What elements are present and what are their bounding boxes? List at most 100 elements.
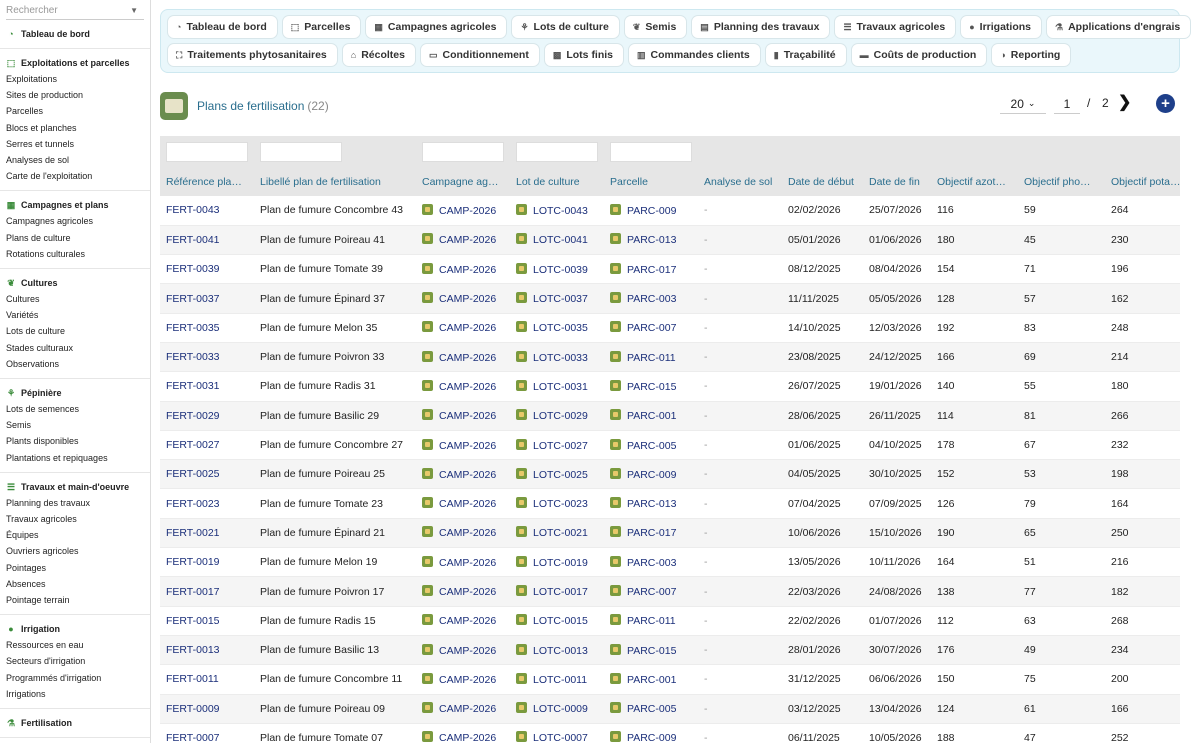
cell-link[interactable]: FERT-0025: [166, 468, 220, 480]
column-filter-input[interactable]: [166, 142, 248, 162]
cell-link[interactable]: LOTC-0023: [533, 498, 588, 510]
column-filter-input[interactable]: [422, 142, 504, 162]
cell-link[interactable]: PARC-013: [627, 234, 676, 246]
sidebar-item[interactable]: Équipes: [0, 527, 150, 543]
sidebar-item[interactable]: Plantations et repiquages: [0, 450, 150, 466]
menu-button[interactable]: ▥ Commandes clients: [628, 43, 761, 67]
cell-link[interactable]: LOTC-0013: [533, 645, 588, 657]
cell-link[interactable]: PARC-001: [627, 674, 676, 686]
sidebar-item[interactable]: Observations: [0, 356, 150, 372]
sidebar-section-title[interactable]: ☰ Travaux et main-d'oeuvre: [0, 479, 150, 495]
menu-button[interactable]: ◑ Reporting: [991, 43, 1072, 67]
cell-link[interactable]: PARC-009: [627, 205, 676, 217]
menu-button[interactable]: ⌂ Récoltes: [341, 43, 416, 67]
menu-button[interactable]: ▩ Lots finis: [543, 43, 625, 67]
menu-button[interactable]: ▭ Conditionnement: [420, 43, 540, 67]
table-row[interactable]: FERT-0029 Plan de fumure Basilic 29 CAMP-2…: [160, 401, 1180, 431]
sidebar-item[interactable]: Plans de culture: [0, 230, 150, 246]
cell-link[interactable]: PARC-001: [627, 410, 676, 422]
cell-link[interactable]: CAMP-2026: [439, 557, 496, 569]
table-row[interactable]: FERT-0041 Plan de fumure Poireau 41 CAMP-2…: [160, 225, 1180, 256]
menu-button[interactable]: ▦ Campagnes agricoles: [365, 15, 508, 39]
cell-link[interactable]: PARC-003: [627, 557, 676, 569]
cell-link[interactable]: LOTC-0035: [533, 322, 588, 334]
table-row[interactable]: FERT-0027 Plan de fumure Concombre 27 CAMP…: [160, 430, 1180, 461]
cell-link[interactable]: PARC-005: [627, 703, 676, 715]
cell-link[interactable]: FERT-0013: [166, 644, 220, 656]
cell-link[interactable]: FERT-0033: [166, 351, 220, 363]
menu-button[interactable]: ◔ Tableau de bord: [167, 15, 278, 39]
table-row[interactable]: FERT-0017 Plan de fumure Poivron 17 CAMP-2…: [160, 576, 1180, 607]
cell-link[interactable]: PARC-007: [627, 586, 676, 598]
cell-link[interactable]: LOTC-0041: [533, 234, 588, 246]
sidebar-item[interactable]: Cultures: [0, 291, 150, 307]
sidebar-section-title[interactable]: ▦ Campagnes et plans: [0, 197, 150, 213]
column-header[interactable]: Objectif azot…: [931, 168, 1018, 196]
cell-link[interactable]: FERT-0009: [166, 703, 220, 715]
sidebar-item[interactable]: Blocs et planches: [0, 120, 150, 136]
cell-link[interactable]: LOTC-0031: [533, 381, 588, 393]
sidebar-section-title[interactable]: ⬚ Exploitations et parcelles: [0, 55, 150, 71]
cell-link[interactable]: LOTC-0029: [533, 410, 588, 422]
cell-link[interactable]: CAMP-2026: [439, 703, 496, 715]
cell-link[interactable]: CAMP-2026: [439, 674, 496, 686]
sidebar-item[interactable]: Parcelles: [0, 103, 150, 119]
cell-link[interactable]: CAMP-2026: [439, 440, 496, 452]
sidebar-item[interactable]: Pointage terrain: [0, 592, 150, 608]
column-header[interactable]: Objectif pota…: [1105, 168, 1180, 196]
column-header[interactable]: Référence pla…: [160, 168, 254, 196]
cell-link[interactable]: LOTC-0011: [533, 674, 587, 686]
column-header[interactable]: Analyse de sol: [698, 168, 782, 196]
cell-link[interactable]: LOTC-0009: [533, 703, 588, 715]
cell-link[interactable]: CAMP-2026: [439, 469, 496, 481]
table-row[interactable]: FERT-0019 Plan de fumure Melon 19 CAMP-202…: [160, 547, 1180, 578]
cell-link[interactable]: FERT-0043: [166, 204, 220, 216]
cell-link[interactable]: LOTC-0043: [533, 205, 588, 217]
sidebar-section-title[interactable]: ❦ Cultures: [0, 275, 150, 291]
cell-link[interactable]: PARC-003: [627, 293, 676, 305]
cell-link[interactable]: FERT-0029: [166, 410, 220, 422]
cell-link[interactable]: PARC-011: [627, 615, 676, 627]
sidebar-item[interactable]: Analyses de sol: [0, 152, 150, 168]
column-header[interactable]: Libellé plan de fertilisation: [254, 168, 416, 196]
cell-link[interactable]: LOTC-0015: [533, 615, 588, 627]
menu-button[interactable]: ☰ Travaux agricoles: [834, 15, 957, 39]
sidebar-item[interactable]: Campagnes agricoles: [0, 213, 150, 229]
cell-link[interactable]: PARC-011: [627, 352, 676, 364]
table-row[interactable]: FERT-0009 Plan de fumure Poireau 09 CAMP-2…: [160, 694, 1180, 724]
menu-button[interactable]: ❦ Semis: [623, 15, 688, 39]
sidebar-item[interactable]: Programmés d'irrigation: [0, 670, 150, 686]
column-header[interactable]: Lot de culture: [510, 168, 604, 196]
cell-link[interactable]: PARC-017: [627, 527, 676, 539]
cell-link[interactable]: CAMP-2026: [439, 264, 496, 276]
table-row[interactable]: FERT-0013 Plan de fumure Basilic 13 CAMP-2…: [160, 635, 1180, 666]
cell-link[interactable]: CAMP-2026: [439, 234, 496, 246]
column-header[interactable]: Date de fin: [863, 168, 931, 196]
sidebar-item[interactable]: Rotations culturales: [0, 246, 150, 262]
cell-link[interactable]: FERT-0007: [166, 732, 220, 743]
menu-button[interactable]: ⚘ Lots de culture: [511, 15, 620, 39]
cell-link[interactable]: PARC-007: [627, 322, 676, 334]
sidebar-section-title[interactable]: ● Irrigation: [0, 621, 150, 637]
cell-link[interactable]: CAMP-2026: [439, 381, 496, 393]
cell-link[interactable]: LOTC-0027: [533, 440, 588, 452]
cell-link[interactable]: FERT-0021: [166, 527, 220, 539]
sidebar-search[interactable]: ▼: [6, 2, 144, 20]
cell-link[interactable]: CAMP-2026: [439, 352, 496, 364]
cell-link[interactable]: PARC-015: [627, 381, 676, 393]
cell-link[interactable]: CAMP-2026: [439, 205, 496, 217]
cell-link[interactable]: FERT-0027: [166, 439, 220, 451]
per-page-select[interactable]: 20 ⌄: [1000, 94, 1046, 114]
cell-link[interactable]: FERT-0039: [166, 263, 220, 275]
cell-link[interactable]: LOTC-0039: [533, 264, 588, 276]
column-header[interactable]: Parcelle: [604, 168, 698, 196]
cell-link[interactable]: CAMP-2026: [439, 527, 496, 539]
sidebar-item[interactable]: Ouvriers agricoles: [0, 543, 150, 559]
cell-link[interactable]: FERT-0017: [166, 586, 220, 598]
menu-button[interactable]: ⬚ Parcelles: [281, 15, 362, 39]
sidebar-item[interactable]: Serres et tunnels: [0, 136, 150, 152]
cell-link[interactable]: PARC-009: [627, 732, 676, 743]
cell-link[interactable]: FERT-0023: [166, 498, 220, 510]
cell-link[interactable]: PARC-009: [627, 469, 676, 481]
column-filter-input[interactable]: [260, 142, 342, 162]
